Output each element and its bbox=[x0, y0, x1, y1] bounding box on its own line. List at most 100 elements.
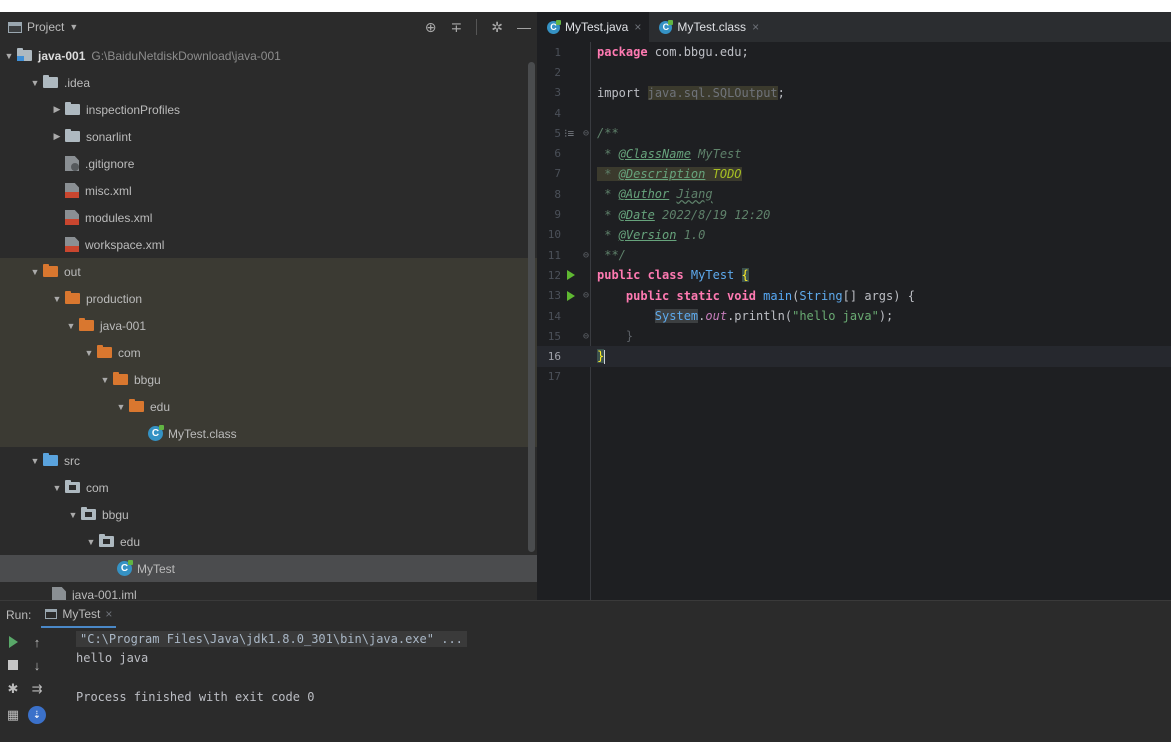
tree-item-java-001[interactable]: ▼ java-001 G:\BaiduNetdiskDownload\java-… bbox=[0, 42, 537, 69]
scroll-end-icon[interactable]: ⇣ bbox=[28, 706, 46, 724]
code-line[interactable]: 13 ⊖ public static void main(String[] ar… bbox=[537, 286, 1171, 306]
tree-item-edu-output[interactable]: ▼ edu bbox=[0, 393, 537, 420]
expand-arrow-icon[interactable]: ▼ bbox=[4, 51, 14, 61]
run-class-icon[interactable] bbox=[567, 270, 575, 281]
tree-item-com[interactable]: ▼ com bbox=[0, 474, 537, 501]
doc-comment: * @Description TODO bbox=[597, 166, 742, 181]
up-arrow-icon[interactable]: ↑ bbox=[28, 633, 46, 651]
run-tab-mytest[interactable]: MyTest × bbox=[41, 601, 117, 628]
fold-end-icon[interactable]: ⊖ bbox=[583, 250, 589, 261]
expand-arrow-icon[interactable]: ▼ bbox=[84, 348, 94, 358]
gear-icon[interactable]: ✲ bbox=[491, 19, 503, 36]
crosshair-icon[interactable]: ⊕ bbox=[425, 19, 437, 36]
tree-item-mytest[interactable]: C MyTest bbox=[0, 555, 537, 582]
code-line[interactable]: 12 public class MyTest { bbox=[537, 265, 1171, 285]
expand-arrow-icon[interactable]: ▼ bbox=[52, 483, 62, 493]
collapsed-arrow-icon[interactable]: ▶ bbox=[52, 131, 62, 142]
expand-arrow-icon[interactable]: ▼ bbox=[100, 375, 110, 385]
code-line[interactable]: 4 bbox=[537, 103, 1171, 123]
stop-icon[interactable] bbox=[4, 656, 22, 674]
tree-item-mytest-class[interactable]: C MyTest.class bbox=[0, 420, 537, 447]
expand-arrow-icon[interactable]: ▼ bbox=[116, 402, 126, 412]
project-panel-title[interactable]: Project bbox=[27, 20, 64, 34]
code-line[interactable]: 1 package com.bbgu.edu; bbox=[537, 42, 1171, 62]
collapsed-arrow-icon[interactable]: ▶ bbox=[52, 104, 62, 115]
console-window-icon bbox=[45, 608, 58, 619]
expand-arrow-icon[interactable]: ▼ bbox=[86, 537, 96, 547]
close-icon[interactable]: × bbox=[634, 20, 641, 34]
code-line[interactable]: 9 * @Date 2022/8/19 12:20 bbox=[537, 204, 1171, 224]
gutter bbox=[561, 62, 597, 82]
class-file-icon: C bbox=[659, 19, 674, 34]
code-line[interactable]: 15 ⊖ } bbox=[537, 326, 1171, 346]
expand-arrow-icon[interactable]: ▼ bbox=[30, 456, 40, 466]
code-line[interactable]: 7 * @Description TODO bbox=[537, 164, 1171, 184]
tree-item-sonarlint[interactable]: ▶ sonarlint bbox=[0, 123, 537, 150]
code-line[interactable]: 6 * @ClassName MyTest bbox=[537, 143, 1171, 163]
code-line[interactable]: 10 * @Version 1.0 bbox=[537, 225, 1171, 245]
code-line[interactable]: 5 ⁝≡ ⊖ /** bbox=[537, 123, 1171, 143]
tree-item-bbgu-output[interactable]: ▼ bbgu bbox=[0, 366, 537, 393]
code-line-current[interactable]: 16 } bbox=[537, 346, 1171, 367]
render-doc-icon[interactable]: ⁝≡ bbox=[564, 127, 574, 140]
tree-item-misc-xml[interactable]: misc.xml bbox=[0, 177, 537, 204]
collapse-icon[interactable]: ∓ bbox=[451, 19, 463, 36]
tree-item-out[interactable]: ▼ out bbox=[0, 258, 537, 285]
expand-arrow-icon[interactable]: ▼ bbox=[30, 78, 40, 88]
project-scrollbar[interactable] bbox=[528, 62, 535, 552]
tree-item-idea[interactable]: ▼ .idea bbox=[0, 69, 537, 96]
fold-end-icon[interactable]: ⊖ bbox=[583, 331, 589, 342]
chevron-down-icon[interactable]: ▼ bbox=[69, 22, 78, 32]
code-line[interactable]: 8 * @Author Jiang bbox=[537, 184, 1171, 204]
code-text: System.out.println("hello java"); bbox=[597, 309, 893, 323]
run-icon[interactable] bbox=[4, 633, 22, 651]
down-arrow-icon[interactable]: ↓ bbox=[28, 656, 46, 674]
tree-item-gitignore[interactable]: .gitignore bbox=[0, 150, 537, 177]
keyword: import bbox=[597, 85, 641, 100]
code-line[interactable]: 2 bbox=[537, 62, 1171, 82]
doc-tag: @Date bbox=[618, 207, 655, 222]
expand-arrow-icon[interactable]: ▼ bbox=[66, 321, 76, 331]
expand-arrow-icon[interactable]: ▼ bbox=[52, 294, 62, 304]
gutter bbox=[561, 83, 597, 103]
tree-item-java-001-iml[interactable]: java-001.iml bbox=[0, 582, 537, 600]
tree-item-label: src bbox=[64, 453, 80, 468]
tree-item-modules-xml[interactable]: modules.xml bbox=[0, 204, 537, 231]
line-number: 9 bbox=[554, 208, 561, 222]
wrap-icon[interactable]: ⇉ bbox=[28, 680, 46, 698]
tree-item-edu[interactable]: ▼ edu bbox=[0, 528, 537, 555]
doc-star: * bbox=[597, 166, 619, 181]
tree-item-com-output[interactable]: ▼ com bbox=[0, 339, 537, 366]
doc-comment: * @ClassName MyTest bbox=[597, 147, 741, 161]
string-literal: "hello java" bbox=[792, 309, 879, 323]
code-line[interactable]: 11 ⊖ **/ bbox=[537, 245, 1171, 265]
run-main-icon[interactable] bbox=[567, 290, 575, 301]
gutter: ⁝≡ ⊖ bbox=[561, 123, 597, 143]
tree-item-java-001-output[interactable]: ▼ java-001 bbox=[0, 312, 537, 339]
tree-item-src[interactable]: ▼ src bbox=[0, 447, 537, 474]
layout-icon[interactable]: ▦ bbox=[4, 706, 22, 724]
doc-comment: **/ bbox=[597, 248, 626, 263]
minimize-icon[interactable]: — bbox=[517, 19, 531, 35]
expand-arrow-icon[interactable]: ▼ bbox=[30, 267, 40, 277]
fold-icon[interactable]: ⊖ bbox=[583, 290, 589, 301]
code-line[interactable]: 3 import java.sql.SQLOutput; bbox=[537, 83, 1171, 103]
tree-item-production[interactable]: ▼ production bbox=[0, 285, 537, 312]
console-output[interactable]: "C:\Program Files\Java\jdk1.8.0_301\bin\… bbox=[76, 629, 467, 707]
code-line[interactable]: 17 bbox=[537, 367, 1171, 387]
code-line[interactable]: 14 System.out.println("hello java"); bbox=[537, 306, 1171, 326]
close-icon[interactable]: × bbox=[105, 607, 112, 621]
expand-arrow-icon[interactable]: ▼ bbox=[68, 510, 78, 520]
code-text: package com.bbgu.edu; bbox=[597, 45, 749, 59]
unused-import: java.sql.SQLOutput bbox=[647, 85, 778, 100]
tab-mytest-class[interactable]: C MyTest.class × bbox=[649, 12, 767, 42]
tab-mytest-java[interactable]: C MyTest.java × bbox=[537, 12, 650, 42]
tree-item-bbgu[interactable]: ▼ bbgu bbox=[0, 501, 537, 528]
code-area[interactable]: 1 package com.bbgu.edu; 2 3 import java.… bbox=[537, 42, 1171, 600]
close-icon[interactable]: × bbox=[752, 20, 759, 34]
fold-icon[interactable]: ⊖ bbox=[583, 128, 589, 139]
tree-item-inspectionprofiles[interactable]: ▶ inspectionProfiles bbox=[0, 96, 537, 123]
tree-item-workspace-xml[interactable]: workspace.xml bbox=[0, 231, 537, 258]
tree-item-label: .idea bbox=[64, 75, 91, 90]
debug-icon[interactable]: ✱ bbox=[4, 680, 22, 698]
